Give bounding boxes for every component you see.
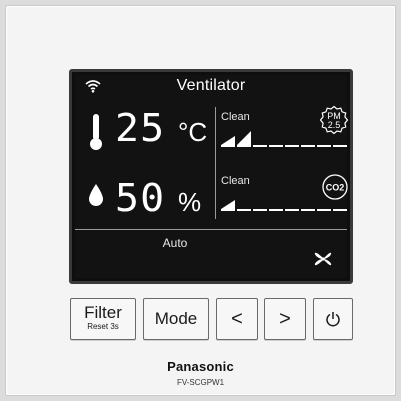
horizontal-divider <box>75 229 347 230</box>
pm-level-segment <box>301 145 315 147</box>
co2-level-segment <box>317 209 331 211</box>
co2-level-segment <box>269 209 283 211</box>
right-arrow-button[interactable]: > <box>264 298 306 340</box>
co2-sensor-icon: CO2 <box>322 174 348 200</box>
pm-level-segment-on <box>237 131 251 145</box>
right-button-label: > <box>279 308 291 330</box>
filter-reset-sublabel: Reset 3s <box>87 322 119 331</box>
co2-level-segment <box>301 209 315 211</box>
co2-level-segment <box>333 209 347 211</box>
pm-level-segment-on <box>221 136 235 145</box>
pm-level-segment <box>333 145 347 147</box>
co2-level-segment-on <box>221 200 235 209</box>
humidity-unit: % <box>178 187 202 217</box>
humidity-drop-icon <box>89 184 103 206</box>
pm-status-label: Clean <box>221 111 250 123</box>
pm-label-bottom: 2.5 <box>328 120 341 130</box>
mode-status: Auto <box>162 236 188 250</box>
mode-button[interactable]: Mode <box>143 298 209 340</box>
control-panel: Ventilator 25 °C 50 % Clean PM 2.5 Clean <box>5 5 396 396</box>
lcd-screen-frame: Ventilator 25 °C 50 % Clean PM 2.5 Clean <box>69 69 353 284</box>
filter-button-label: Filter <box>84 303 122 322</box>
temperature-value: 25 <box>115 106 166 150</box>
left-arrow-button[interactable]: < <box>216 298 258 340</box>
humidity-value: 50 <box>115 176 166 220</box>
co2-label: CO2 <box>326 183 345 193</box>
co2-level-segment <box>237 209 251 211</box>
lcd-screen: Ventilator 25 °C 50 % Clean PM 2.5 Clean <box>75 75 349 278</box>
pm25-sensor-icon: PM 2.5 <box>319 105 349 135</box>
power-button[interactable] <box>313 298 353 340</box>
pm-level-segment <box>253 145 267 147</box>
pm-level-segment <box>317 145 331 147</box>
vertical-divider <box>215 107 216 219</box>
pm-level-segment <box>237 145 251 147</box>
power-icon <box>326 312 340 327</box>
co2-level-segment <box>221 209 235 211</box>
pm-level-segment <box>285 145 299 147</box>
co2-level-segment <box>253 209 267 211</box>
temperature-unit: °C <box>178 117 208 147</box>
brand-logo: Panasonic <box>167 359 234 374</box>
fan-icon <box>314 252 332 266</box>
pm-level-segment <box>221 145 235 147</box>
mode-button-label: Mode <box>154 309 198 328</box>
co2-status-label: Clean <box>221 175 250 187</box>
filter-reset-button[interactable]: Filter Reset 3s <box>70 298 136 340</box>
thermometer-icon <box>90 114 102 150</box>
left-button-label: < <box>231 308 243 330</box>
co2-level-segment <box>285 209 299 211</box>
pm-level-segment <box>269 145 283 147</box>
display-title: Ventilator <box>176 77 246 94</box>
model-number: FV-SCGPW1 <box>176 378 225 387</box>
